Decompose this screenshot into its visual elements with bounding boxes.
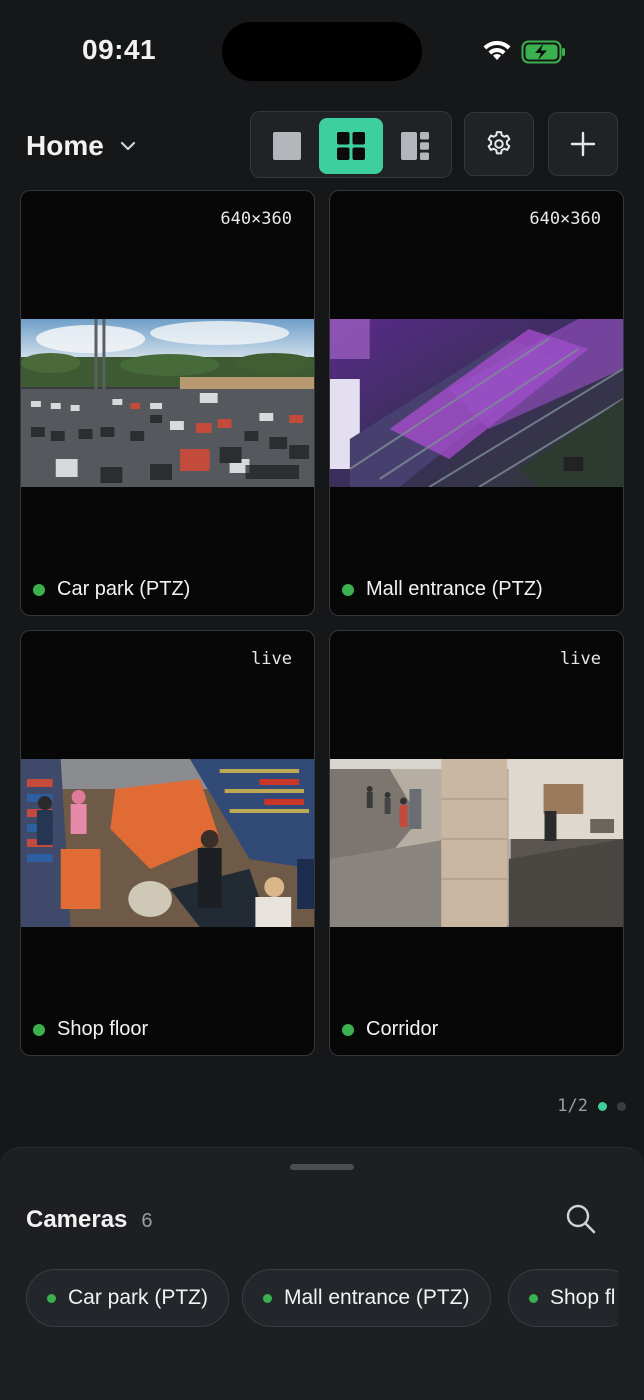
layout-split-button[interactable] (383, 118, 447, 174)
cameras-header: Cameras 6 (26, 1206, 153, 1234)
stream-resolution: 640×360 (529, 209, 601, 229)
layout-switcher (250, 111, 452, 178)
chevron-down-icon (120, 141, 135, 151)
camera-label: Mall entrance (PTZ) (342, 578, 543, 601)
page-dot[interactable] (617, 1101, 626, 1111)
online-status-dot (47, 1293, 56, 1303)
page-indicator: 1/2 (557, 1096, 626, 1116)
camera-feed-mall-entrance (330, 319, 623, 487)
online-status-dot (263, 1293, 272, 1303)
page-dot-active[interactable] (598, 1101, 607, 1111)
layout-single-button[interactable] (255, 118, 319, 174)
camera-chip-label: Car park (PTZ) (68, 1286, 209, 1309)
camera-feed-shop-floor (21, 759, 314, 927)
online-status-dot (529, 1293, 538, 1303)
add-camera-button[interactable] (548, 112, 618, 176)
status-bar: 09:41 (0, 0, 644, 100)
camera-feed-corridor (330, 759, 623, 927)
camera-name: Corridor (366, 1018, 439, 1040)
site-selector[interactable]: Home (26, 130, 138, 162)
camera-label: Corridor (342, 1018, 438, 1041)
gear-icon (487, 131, 511, 155)
stream-status: live (251, 649, 292, 669)
online-status-dot (342, 583, 354, 596)
camera-chip-label: Mall entrance (PTZ) (284, 1286, 470, 1309)
camera-label: Car park (PTZ) (33, 578, 190, 601)
camera-tile-mall-entrance[interactable]: 640×360 Mall entrance (PTZ) (329, 190, 624, 616)
site-title: Home (26, 130, 104, 161)
camera-label: Shop floor (33, 1018, 148, 1041)
single-view-icon (273, 132, 301, 160)
settings-button[interactable] (464, 112, 534, 176)
online-status-dot (33, 1023, 45, 1036)
camera-name: Mall entrance (PTZ) (366, 578, 543, 600)
split-view-icon (401, 132, 429, 160)
status-time: 09:41 (82, 34, 157, 65)
sheet-grabber[interactable] (290, 1164, 354, 1170)
online-status-dot (342, 1023, 354, 1036)
camera-chip[interactable]: Mall entrance (PTZ) (242, 1269, 491, 1327)
dynamic-island (222, 22, 422, 81)
camera-chip[interactable]: Shop fl (508, 1269, 618, 1327)
camera-feed-car-park (21, 319, 314, 487)
cameras-sheet: Cameras 6 Car park (PTZ) Mall entrance (… (0, 1147, 644, 1400)
camera-tile-car-park[interactable]: 640×360 Car park (PTZ) (20, 190, 315, 616)
camera-chip[interactable]: Car park (PTZ) (26, 1269, 230, 1327)
stream-resolution: 640×360 (220, 209, 292, 229)
camera-chip-list: Car park (PTZ) Mall entrance (PTZ) Shop … (26, 1269, 618, 1327)
cameras-count: 6 (141, 1210, 153, 1232)
cameras-title: Cameras (26, 1206, 128, 1233)
search-icon[interactable] (564, 1202, 598, 1236)
layout-grid-button[interactable] (319, 118, 383, 174)
camera-name: Car park (PTZ) (57, 578, 191, 600)
header: Home (0, 108, 644, 180)
camera-name: Shop floor (57, 1018, 149, 1040)
battery-charging-icon (521, 40, 565, 64)
grid-view-icon (337, 132, 365, 160)
camera-tile-corridor[interactable]: live Corridor (329, 630, 624, 1056)
stream-status: live (560, 649, 601, 669)
page-counter: 1/2 (557, 1096, 588, 1116)
online-status-dot (33, 583, 45, 596)
camera-chip-label: Shop fl (550, 1286, 616, 1309)
wifi-icon (483, 40, 511, 60)
camera-tile-shop-floor[interactable]: live Shop floor (20, 630, 315, 1056)
plus-icon (570, 131, 596, 157)
